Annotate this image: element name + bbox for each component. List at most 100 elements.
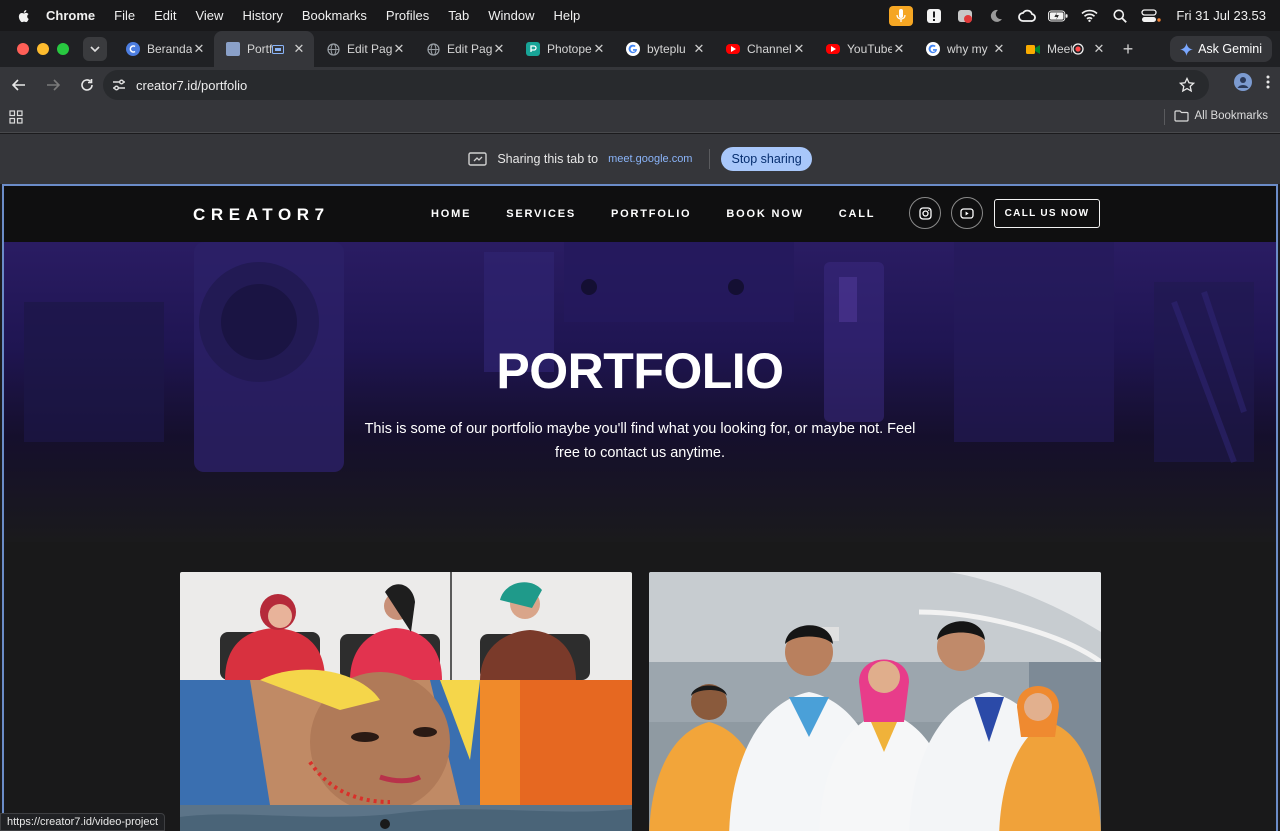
all-bookmarks-button[interactable]: All Bookmarks bbox=[1173, 110, 1269, 122]
menu-history[interactable]: History bbox=[242, 8, 282, 23]
back-button[interactable] bbox=[4, 70, 34, 100]
tab-channel[interactable]: Channel ✕ bbox=[714, 31, 814, 67]
hero-section: PORTFOLIO This is some of our portfolio … bbox=[4, 242, 1276, 542]
nav-book-now[interactable]: BOOK NOW bbox=[726, 208, 803, 220]
portfolio-card-healthcare[interactable] bbox=[649, 572, 1101, 831]
menu-profiles[interactable]: Profiles bbox=[386, 8, 429, 23]
site-header: CREATOR7 HOME SERVICES PORTFOLIO BOOK NO… bbox=[4, 186, 1276, 242]
creative-cloud-icon[interactable] bbox=[1017, 6, 1037, 26]
bookmark-star-icon[interactable] bbox=[1179, 77, 1195, 93]
tab-meet[interactable]: Meet ✕ bbox=[1014, 31, 1114, 67]
close-tab-icon[interactable]: ✕ bbox=[292, 42, 306, 56]
tab-portfolio[interactable]: Portf ✕ bbox=[214, 31, 314, 67]
close-tab-icon[interactable]: ✕ bbox=[692, 42, 706, 56]
creator-icon bbox=[126, 42, 140, 56]
tab-title: why my bbox=[947, 42, 988, 56]
site-logo[interactable]: CREATOR7 bbox=[193, 205, 330, 225]
instagram-icon bbox=[918, 206, 932, 220]
menu-edit[interactable]: Edit bbox=[154, 8, 176, 23]
battery-icon[interactable] bbox=[1048, 6, 1068, 26]
portfolio-card-video-project[interactable] bbox=[180, 572, 632, 831]
forward-button[interactable] bbox=[38, 70, 68, 100]
tab-sharing-bar: Sharing this tab to meet.google.com Stop… bbox=[0, 134, 1280, 184]
menu-tab[interactable]: Tab bbox=[448, 8, 469, 23]
profile-avatar-icon[interactable] bbox=[1234, 73, 1252, 91]
globe-icon bbox=[326, 42, 340, 56]
page-viewport: CREATOR7 HOME SERVICES PORTFOLIO BOOK NO… bbox=[2, 184, 1278, 831]
wifi-icon[interactable] bbox=[1079, 6, 1099, 26]
ask-gemini-button[interactable]: Ask Gemini bbox=[1170, 36, 1272, 62]
close-window-button[interactable] bbox=[17, 43, 29, 55]
gemini-sparkle-icon bbox=[1180, 42, 1194, 56]
moon-icon[interactable] bbox=[986, 6, 1006, 26]
address-bar[interactable]: creator7.id/portfolio bbox=[103, 70, 1209, 100]
close-tab-icon[interactable]: ✕ bbox=[892, 42, 906, 56]
tab-strip: Beranda ✕ Portf ✕ Edit Pag ✕ Edit Pag ✕ … bbox=[0, 31, 1280, 67]
portfolio-image-team bbox=[649, 572, 1101, 831]
microphone-icon[interactable] bbox=[889, 5, 914, 26]
ask-gemini-label: Ask Gemini bbox=[1198, 42, 1262, 56]
tab-title: Photope bbox=[547, 42, 592, 56]
tab-title: Meet bbox=[1047, 42, 1072, 56]
meet-icon bbox=[1026, 42, 1040, 56]
more-menu-icon[interactable] bbox=[1266, 75, 1270, 89]
nav-home[interactable]: HOME bbox=[431, 208, 471, 220]
arrow-left-icon bbox=[12, 79, 25, 91]
nav-call[interactable]: CALL bbox=[839, 208, 876, 220]
tab-search-button[interactable] bbox=[83, 37, 107, 61]
tab-beranda[interactable]: Beranda ✕ bbox=[114, 31, 214, 67]
instagram-button[interactable] bbox=[909, 197, 941, 229]
menu-file[interactable]: File bbox=[114, 8, 135, 23]
close-tab-icon[interactable]: ✕ bbox=[192, 42, 206, 56]
globe-icon bbox=[426, 42, 440, 56]
new-tab-button[interactable]: + bbox=[1116, 37, 1140, 61]
tab-photopea[interactable]: Photope ✕ bbox=[514, 31, 614, 67]
site-info-icon[interactable] bbox=[111, 77, 127, 93]
app-status-icon[interactable] bbox=[955, 6, 975, 26]
youtube-button[interactable] bbox=[951, 197, 983, 229]
tab-title: byteplu bbox=[647, 42, 686, 56]
reload-button[interactable] bbox=[72, 70, 102, 100]
close-tab-icon[interactable]: ✕ bbox=[1092, 42, 1106, 56]
apps-grid-icon[interactable] bbox=[9, 110, 23, 124]
close-tab-icon[interactable]: ✕ bbox=[992, 42, 1006, 56]
page-thumb-icon bbox=[226, 42, 240, 56]
menu-window[interactable]: Window bbox=[488, 8, 534, 23]
close-tab-icon[interactable]: ✕ bbox=[792, 42, 806, 56]
youtube-icon bbox=[826, 44, 840, 54]
minimize-window-button[interactable] bbox=[37, 43, 49, 55]
apple-icon[interactable] bbox=[16, 8, 32, 24]
control-center-icon[interactable] bbox=[1141, 6, 1162, 26]
search-icon[interactable] bbox=[1110, 6, 1130, 26]
nav-portfolio[interactable]: PORTFOLIO bbox=[611, 208, 691, 220]
tab-byteplus[interactable]: byteplu ✕ bbox=[614, 31, 714, 67]
all-bookmarks-label: All Bookmarks bbox=[1194, 110, 1269, 122]
youtube-icon bbox=[960, 207, 974, 219]
tab-why-my[interactable]: why my ✕ bbox=[914, 31, 1014, 67]
reload-icon bbox=[81, 79, 93, 91]
call-us-now-button[interactable]: CALL US NOW bbox=[994, 199, 1100, 228]
recording-icon bbox=[1072, 43, 1084, 55]
close-tab-icon[interactable]: ✕ bbox=[592, 42, 606, 56]
tab-youtube[interactable]: YouTube ✕ bbox=[814, 31, 914, 67]
tab-title: Portf bbox=[247, 42, 272, 56]
alert-icon[interactable] bbox=[924, 6, 944, 26]
zoom-window-button[interactable] bbox=[57, 43, 69, 55]
portfolio-image-collage bbox=[180, 572, 632, 831]
sharing-text: Sharing this tab to bbox=[497, 152, 599, 166]
menu-bookmarks[interactable]: Bookmarks bbox=[302, 8, 367, 23]
tab-edit-page-2[interactable]: Edit Pag ✕ bbox=[414, 31, 514, 67]
menu-view[interactable]: View bbox=[195, 8, 223, 23]
tab-title: Channel bbox=[747, 42, 792, 56]
nav-services[interactable]: SERVICES bbox=[506, 208, 576, 220]
url-text[interactable]: creator7.id/portfolio bbox=[136, 78, 247, 93]
menu-chrome[interactable]: Chrome bbox=[46, 8, 95, 23]
screen-share-icon bbox=[468, 152, 488, 166]
youtube-icon bbox=[726, 44, 740, 54]
menu-help[interactable]: Help bbox=[554, 8, 581, 23]
close-tab-icon[interactable]: ✕ bbox=[392, 42, 406, 56]
stop-sharing-button[interactable]: Stop sharing bbox=[721, 147, 812, 171]
clock[interactable]: Fri 31 Jul 23.53 bbox=[1176, 8, 1266, 23]
tab-edit-page-1[interactable]: Edit Pag ✕ bbox=[314, 31, 414, 67]
close-tab-icon[interactable]: ✕ bbox=[492, 42, 506, 56]
